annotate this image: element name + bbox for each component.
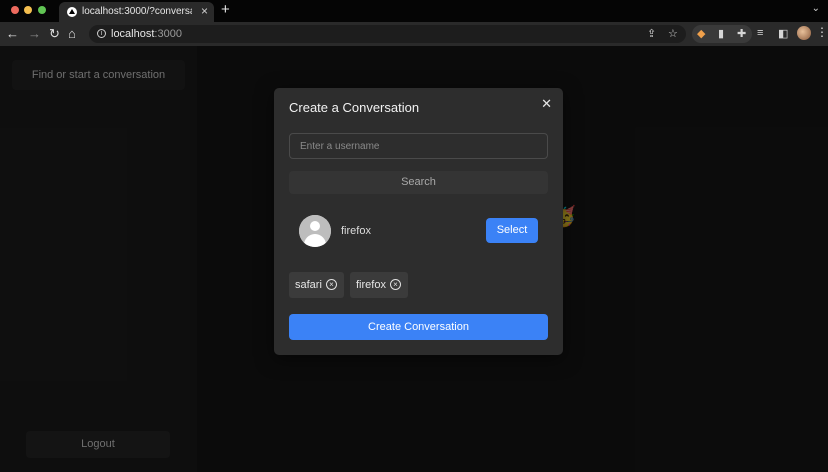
create-conversation-button[interactable]: Create Conversation [289, 314, 548, 340]
tab-close-icon[interactable]: × [201, 4, 208, 18]
window-minimize-icon[interactable] [24, 6, 32, 14]
participant-chip: safari × [289, 272, 344, 298]
create-conversation-modal: Create a Conversation ✕ Search firefox S… [274, 88, 563, 355]
participant-chip-label: safari [295, 279, 322, 291]
side-panel-icon[interactable]: ◧ [778, 27, 788, 40]
user-avatar-icon [299, 215, 331, 247]
search-result-row: firefox Select [289, 212, 548, 250]
select-user-button[interactable]: Select [486, 218, 538, 243]
extension-icon[interactable]: ▮ [718, 27, 724, 40]
participant-chip-label: firefox [356, 279, 386, 291]
tab-search-chevron-icon[interactable]: ⌄ [812, 3, 820, 14]
extensions-icon[interactable]: ✚ [737, 27, 746, 40]
extensions-group: ◆ ▮ ✚ [692, 25, 752, 43]
metamask-extension-icon[interactable]: ◆ [697, 27, 705, 40]
username-search-input[interactable] [289, 133, 548, 159]
browser-tab-strip: localhost:3000/?conversationId × + ⌄ [0, 0, 828, 22]
modal-title: Create a Conversation [289, 100, 420, 115]
url-text[interactable]: localhost:3000 [111, 28, 182, 40]
address-bar[interactable]: i localhost:3000 ⇪ ☆ [89, 25, 686, 43]
share-icon[interactable]: ⇪ [647, 27, 656, 40]
tab-title: localhost:3000/?conversationId [82, 6, 192, 17]
participant-chip: firefox × [350, 272, 408, 298]
window-zoom-icon[interactable] [38, 6, 46, 14]
home-icon[interactable]: ⌂ [68, 26, 76, 42]
favicon-icon [67, 7, 77, 17]
browser-tab[interactable]: localhost:3000/?conversationId × [59, 2, 214, 22]
info-icon[interactable]: i [97, 29, 106, 38]
reading-list-icon[interactable]: ≡ [757, 27, 763, 39]
window-close-icon[interactable] [11, 6, 19, 14]
result-username: firefox [341, 225, 371, 237]
profile-avatar[interactable] [797, 26, 811, 40]
browser-toolbar: ← → ↻ ⌂ i localhost:3000 ⇪ ☆ ◆ ▮ ✚ ≡ ◧ ⋮ [0, 22, 828, 46]
search-button[interactable]: Search [289, 171, 548, 194]
remove-chip-icon[interactable]: × [390, 279, 401, 290]
bookmark-star-icon[interactable]: ☆ [668, 27, 678, 40]
reload-icon[interactable]: ↻ [49, 26, 60, 42]
remove-chip-icon[interactable]: × [326, 279, 337, 290]
forward-arrow-icon[interactable]: → [28, 26, 41, 42]
close-icon[interactable]: ✕ [541, 96, 552, 112]
new-tab-button[interactable]: + [221, 1, 230, 18]
kebab-menu-icon[interactable]: ⋮ [816, 25, 828, 39]
back-arrow-icon[interactable]: ← [6, 26, 19, 42]
